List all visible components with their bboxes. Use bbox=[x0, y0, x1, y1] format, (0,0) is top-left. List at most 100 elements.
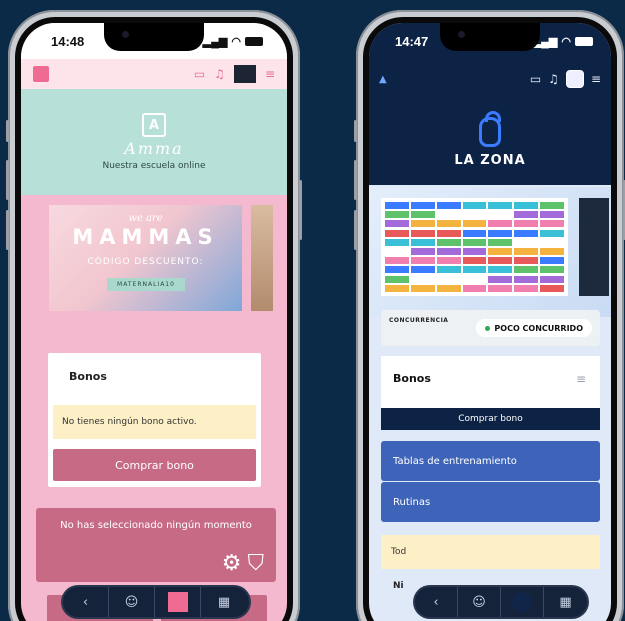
battery-icon bbox=[575, 36, 593, 46]
people-icon: ☺ bbox=[472, 594, 486, 610]
bonos-title: Bonos bbox=[393, 372, 431, 385]
tab-qr[interactable]: ▦ bbox=[201, 587, 247, 617]
tab-community[interactable]: ☺ bbox=[458, 587, 501, 617]
schedule-cell bbox=[488, 257, 513, 265]
schedule-cell bbox=[462, 211, 487, 219]
schedule-cell bbox=[385, 202, 409, 209]
schedule-next-slide[interactable] bbox=[579, 198, 609, 296]
tab-home[interactable] bbox=[155, 587, 201, 617]
schedule-cell bbox=[436, 211, 461, 219]
schedule-cell bbox=[488, 202, 513, 209]
promo-banner[interactable]: we are MAMMAS CÓDIGO DESCUENTO: MATERNAL… bbox=[49, 205, 242, 311]
gear-icon[interactable]: ⚙ bbox=[222, 551, 242, 576]
menu-rutinas[interactable]: Rutinas bbox=[381, 482, 600, 522]
app-logo-icon[interactable] bbox=[33, 66, 49, 82]
schedule-cell bbox=[514, 266, 539, 274]
profile-thumbnail[interactable] bbox=[233, 65, 256, 83]
concurrencia-status-text: POCO CONCURRIDO bbox=[494, 323, 583, 333]
schedule-cell bbox=[488, 229, 513, 237]
schedule-cell bbox=[385, 266, 409, 274]
kettlebell-icon bbox=[479, 110, 501, 147]
promo-carousel[interactable]: we are MAMMAS CÓDIGO DESCUENTO: MATERNAL… bbox=[21, 205, 287, 325]
schedule-cell bbox=[436, 238, 461, 246]
comprar-bono-button[interactable]: Comprar bono bbox=[53, 449, 256, 481]
bell-icon[interactable]: ♫ bbox=[214, 67, 225, 81]
schedule-cell bbox=[462, 220, 487, 228]
qr-code-icon: ▦ bbox=[217, 594, 231, 610]
phone-right: 14:47 ▂▄▆ ◠ ▲ ▭ ♫ ≡ LA ZONA CONCURRENCIA… bbox=[354, 10, 625, 621]
schedule-cell bbox=[514, 257, 539, 265]
gym-header: LA ZONA bbox=[369, 99, 611, 185]
bonos-menu-icon[interactable]: ≡ bbox=[576, 372, 586, 386]
concurrencia-label: CONCURRENCIA bbox=[389, 317, 449, 324]
schedule-cell bbox=[540, 211, 564, 219]
schedule-cell bbox=[488, 266, 513, 274]
schedule-cell bbox=[462, 247, 487, 255]
schedule-cell bbox=[385, 238, 409, 246]
appbar-actions: ▭ ♫ ≡ bbox=[530, 70, 601, 88]
schedule-cell bbox=[462, 229, 487, 237]
menu-tablas-entrenamiento[interactable]: Tablas de entrenamiento bbox=[381, 441, 600, 481]
schedule-cell bbox=[385, 284, 409, 292]
notch bbox=[104, 23, 204, 51]
schedule-cell bbox=[436, 229, 461, 237]
notch bbox=[440, 23, 540, 51]
schedule-cell bbox=[540, 220, 564, 228]
schedule-cell bbox=[410, 220, 435, 228]
qr-code-icon: ▦ bbox=[559, 594, 572, 610]
schedule-cell bbox=[462, 266, 487, 274]
screen-left: 14:48 ▂▄▆ ◠ ▭ ♫ ≡ A Amma Nuestra escuela… bbox=[21, 23, 287, 621]
schedule-image[interactable] bbox=[381, 198, 568, 296]
schedule-cell bbox=[514, 275, 539, 283]
wifi-icon: ◠ bbox=[231, 35, 241, 48]
momento-actions: ⚙ ⛉ bbox=[222, 551, 264, 576]
menu-icon[interactable]: ≡ bbox=[591, 72, 601, 86]
schedule-cell bbox=[436, 202, 461, 209]
schedule-cell bbox=[436, 220, 461, 228]
school-subtitle: Nuestra escuela online bbox=[102, 161, 206, 171]
schedule-cell bbox=[462, 257, 487, 265]
signal-icon: ▂▄▆ bbox=[202, 35, 228, 48]
schedule-cell bbox=[410, 202, 435, 209]
avatar[interactable] bbox=[565, 70, 584, 88]
schedule-cell bbox=[540, 229, 564, 237]
comprar-bono-button[interactable]: Comprar bono bbox=[381, 408, 600, 430]
app-bar: ▭ ♫ ≡ bbox=[21, 59, 287, 89]
no-bono-alert: No tienes ningún bono activo. bbox=[53, 405, 256, 439]
schedule-cell bbox=[540, 284, 564, 292]
schedule-cell bbox=[540, 257, 564, 265]
volume-up-button bbox=[6, 160, 9, 200]
status-time: 14:48 bbox=[51, 33, 85, 49]
tab-qr[interactable]: ▦ bbox=[544, 587, 587, 617]
tab-community[interactable]: ☺ bbox=[109, 587, 155, 617]
power-button bbox=[299, 180, 302, 240]
schedule-cell bbox=[410, 238, 435, 246]
promo-code: MATERNALIA10 bbox=[107, 278, 185, 291]
app-logo-icon[interactable]: ▲ bbox=[379, 74, 387, 85]
menu-icon[interactable]: ≡ bbox=[265, 67, 275, 81]
wifi-icon: ◠ bbox=[561, 35, 571, 48]
schedule-cell bbox=[540, 247, 564, 255]
schedule-cell bbox=[436, 275, 461, 283]
schedule-cell bbox=[514, 238, 539, 246]
mute-switch bbox=[6, 120, 9, 142]
tab-back[interactable]: ‹ bbox=[63, 587, 109, 617]
schedule-cell bbox=[540, 275, 564, 283]
camera bbox=[458, 31, 465, 38]
chat-icon[interactable]: ▭ bbox=[194, 67, 205, 81]
status-icons: ▂▄▆ ◠ bbox=[203, 35, 263, 48]
info-alert-text: Tod bbox=[391, 547, 407, 557]
screen-right: 14:47 ▂▄▆ ◠ ▲ ▭ ♫ ≡ LA ZONA CONCURRENCIA… bbox=[369, 23, 611, 621]
promo-next-slide[interactable] bbox=[251, 205, 273, 311]
chat-icon[interactable]: ▭ bbox=[530, 72, 541, 86]
home-logo-icon bbox=[512, 592, 532, 612]
bell-icon[interactable]: ♫ bbox=[548, 72, 559, 86]
tab-back[interactable]: ‹ bbox=[415, 587, 458, 617]
bonos-card: Bonos No tienes ningún bono activo. Comp… bbox=[48, 353, 261, 487]
schedule-cell bbox=[410, 266, 435, 274]
schedule-cell bbox=[385, 257, 409, 265]
tab-home[interactable] bbox=[501, 587, 544, 617]
basket-icon[interactable]: ⛉ bbox=[247, 551, 264, 576]
schedule-cell bbox=[385, 220, 409, 228]
schedule-cell bbox=[488, 238, 513, 246]
